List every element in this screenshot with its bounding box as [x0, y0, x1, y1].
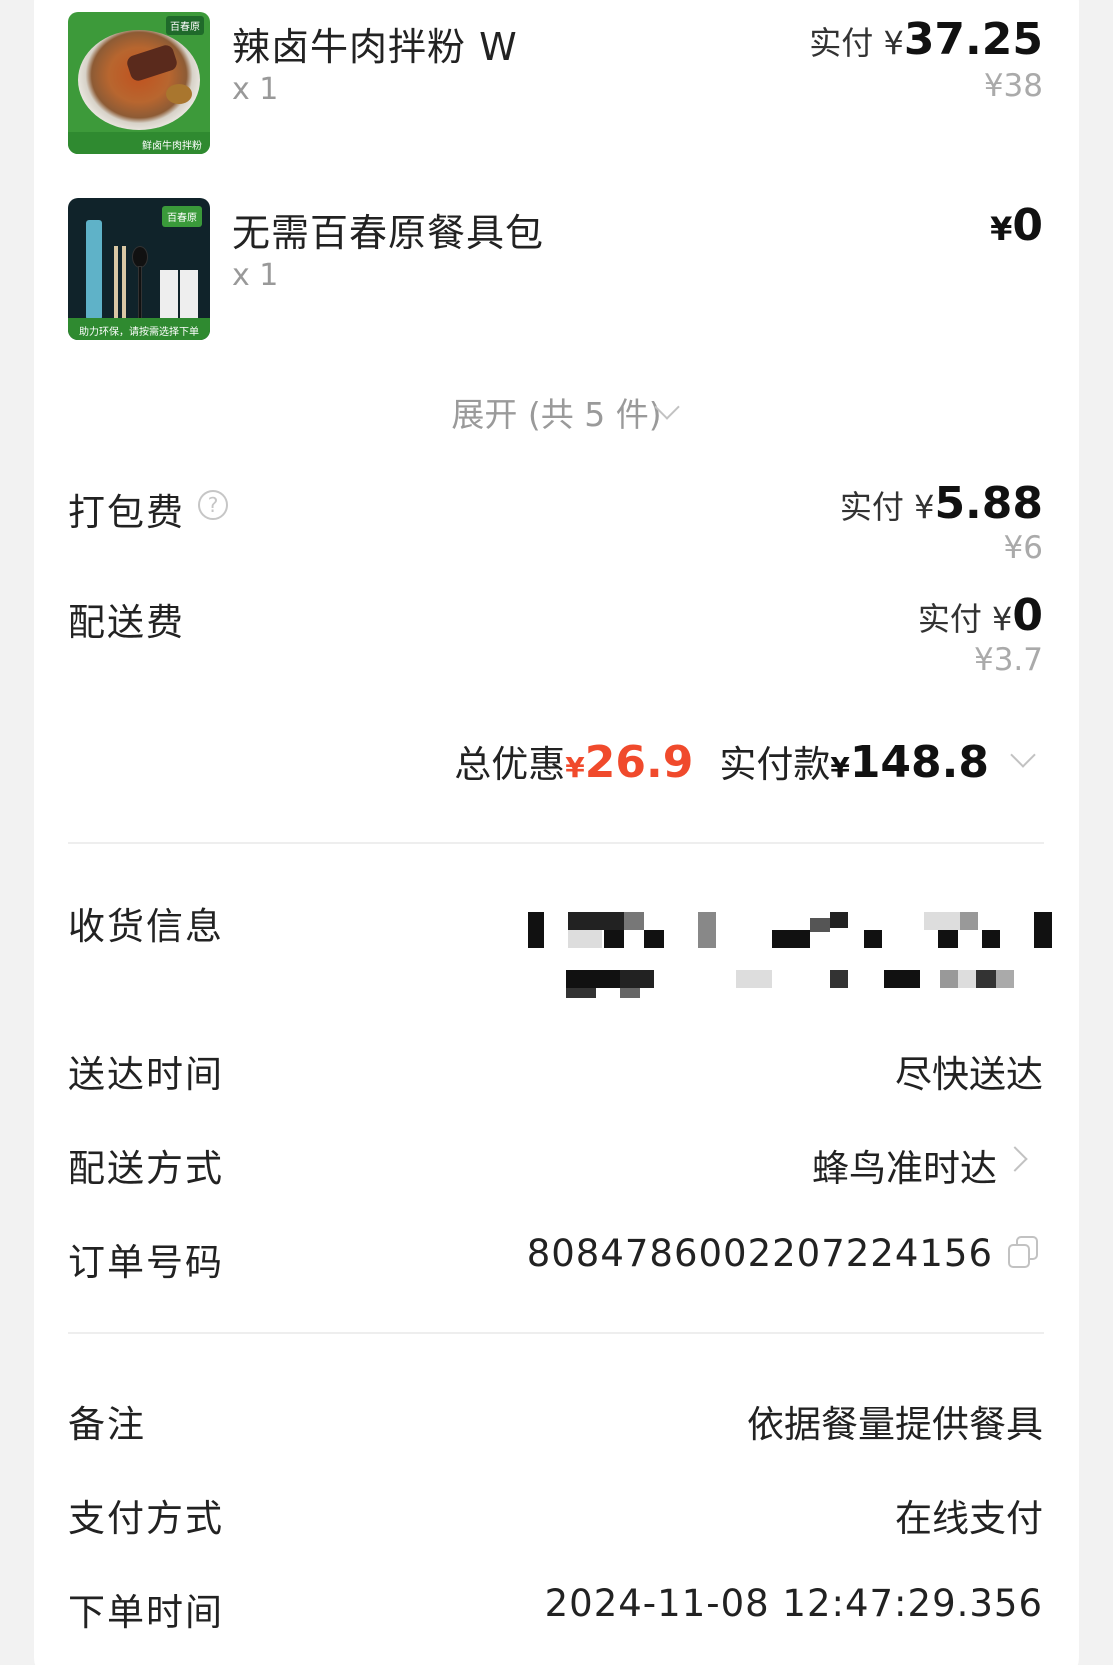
product-quantity: x 1: [232, 258, 279, 293]
product-name[interactable]: 无需百春原餐具包: [232, 202, 544, 257]
expand-label: 展开 (共 5 件): [451, 395, 662, 434]
product-image-cutlery-pack[interactable]: 百春原 助力环保，请按需选择下单: [68, 198, 210, 340]
divider: [68, 1332, 1044, 1334]
paid-amount: 0: [1012, 590, 1043, 641]
discount-symbol: ¥: [565, 751, 585, 784]
paid-symbol: ¥: [830, 751, 850, 784]
napkin-graphic: [160, 270, 178, 322]
spoon-graphic: [132, 246, 148, 322]
total-discount-amount: 26.9: [584, 737, 694, 788]
packing-fee-paid: 实付 ¥5.88: [840, 478, 1043, 529]
paid-prefix: 实付 ¥: [809, 24, 904, 62]
packing-fee-original: ¥6: [1003, 530, 1043, 566]
order-number-value: 8084786002207224156: [526, 1232, 993, 1275]
total-discount-label: 总优惠: [454, 743, 566, 786]
product-image-beef-noodles[interactable]: 百春原 鲜卤牛肉拌粉: [68, 12, 210, 154]
product-name[interactable]: 辣卤牛肉拌粉 W: [232, 16, 518, 71]
paid-amount: 37.25: [903, 14, 1043, 65]
product-quantity: x 1: [232, 72, 279, 107]
expand-items-button[interactable]: 展开 (共 5 件): [0, 388, 1113, 436]
delivery-time-value: 尽快送达: [895, 1053, 1043, 1096]
remark-value: 依据餐量提供餐具: [747, 1403, 1043, 1446]
order-total-summary[interactable]: 总优惠¥26.9 实付款¥148.8: [454, 734, 989, 788]
paid-prefix: 实付 ¥: [917, 600, 1013, 638]
delivery-method-label: 配送方式: [68, 1147, 224, 1190]
image-caption: 鲜卤牛肉拌粉: [68, 132, 210, 154]
chopstick-graphic: [122, 246, 126, 326]
order-time-label: 下单时间: [68, 1591, 224, 1634]
receiver-info-label: 收货信息: [68, 905, 224, 948]
order-time-value: 2024-11-08 12:47:29.356: [544, 1582, 1043, 1625]
copy-icon[interactable]: [1006, 1234, 1040, 1268]
image-caption: 助力环保，请按需选择下单: [68, 318, 210, 340]
brand-logo: 百春原: [162, 206, 202, 227]
packing-fee-label: 打包费: [68, 491, 185, 534]
payment-method-value: 在线支付: [895, 1497, 1043, 1540]
paid-prefix: 实付 ¥: [839, 488, 935, 526]
product-price: ¥0: [990, 200, 1043, 251]
price-amount: 0: [1012, 200, 1043, 251]
paid-amount: 5.88: [934, 478, 1043, 529]
product-original-price: ¥38: [983, 68, 1043, 104]
remark-label: 备注: [68, 1403, 146, 1446]
delivery-time-label: 送达时间: [68, 1053, 224, 1096]
brand-logo: 百春原: [166, 16, 204, 35]
price-symbol: ¥: [990, 210, 1013, 248]
product-paid-price: 实付 ¥37.25: [809, 14, 1043, 65]
cutlery-packet-graphic: [86, 220, 102, 320]
total-paid-label: 实付款: [719, 743, 831, 786]
help-circle-icon[interactable]: ?: [198, 490, 228, 520]
redacted-address-mosaic: [528, 910, 1058, 1000]
divider: [68, 842, 1044, 844]
total-paid-amount: 148.8: [849, 737, 989, 788]
delivery-fee-original: ¥3.7: [973, 642, 1043, 678]
delivery-method-value[interactable]: 蜂鸟准时达: [812, 1138, 997, 1192]
napkin-graphic: [180, 270, 198, 322]
delivery-fee-paid: 实付 ¥0: [918, 590, 1043, 641]
order-number-label: 订单号码: [68, 1241, 224, 1284]
braised-egg-graphic: [166, 84, 192, 104]
payment-method-label: 支付方式: [68, 1497, 224, 1540]
delivery-fee-label: 配送费: [68, 601, 185, 644]
chopstick-graphic: [114, 246, 118, 326]
